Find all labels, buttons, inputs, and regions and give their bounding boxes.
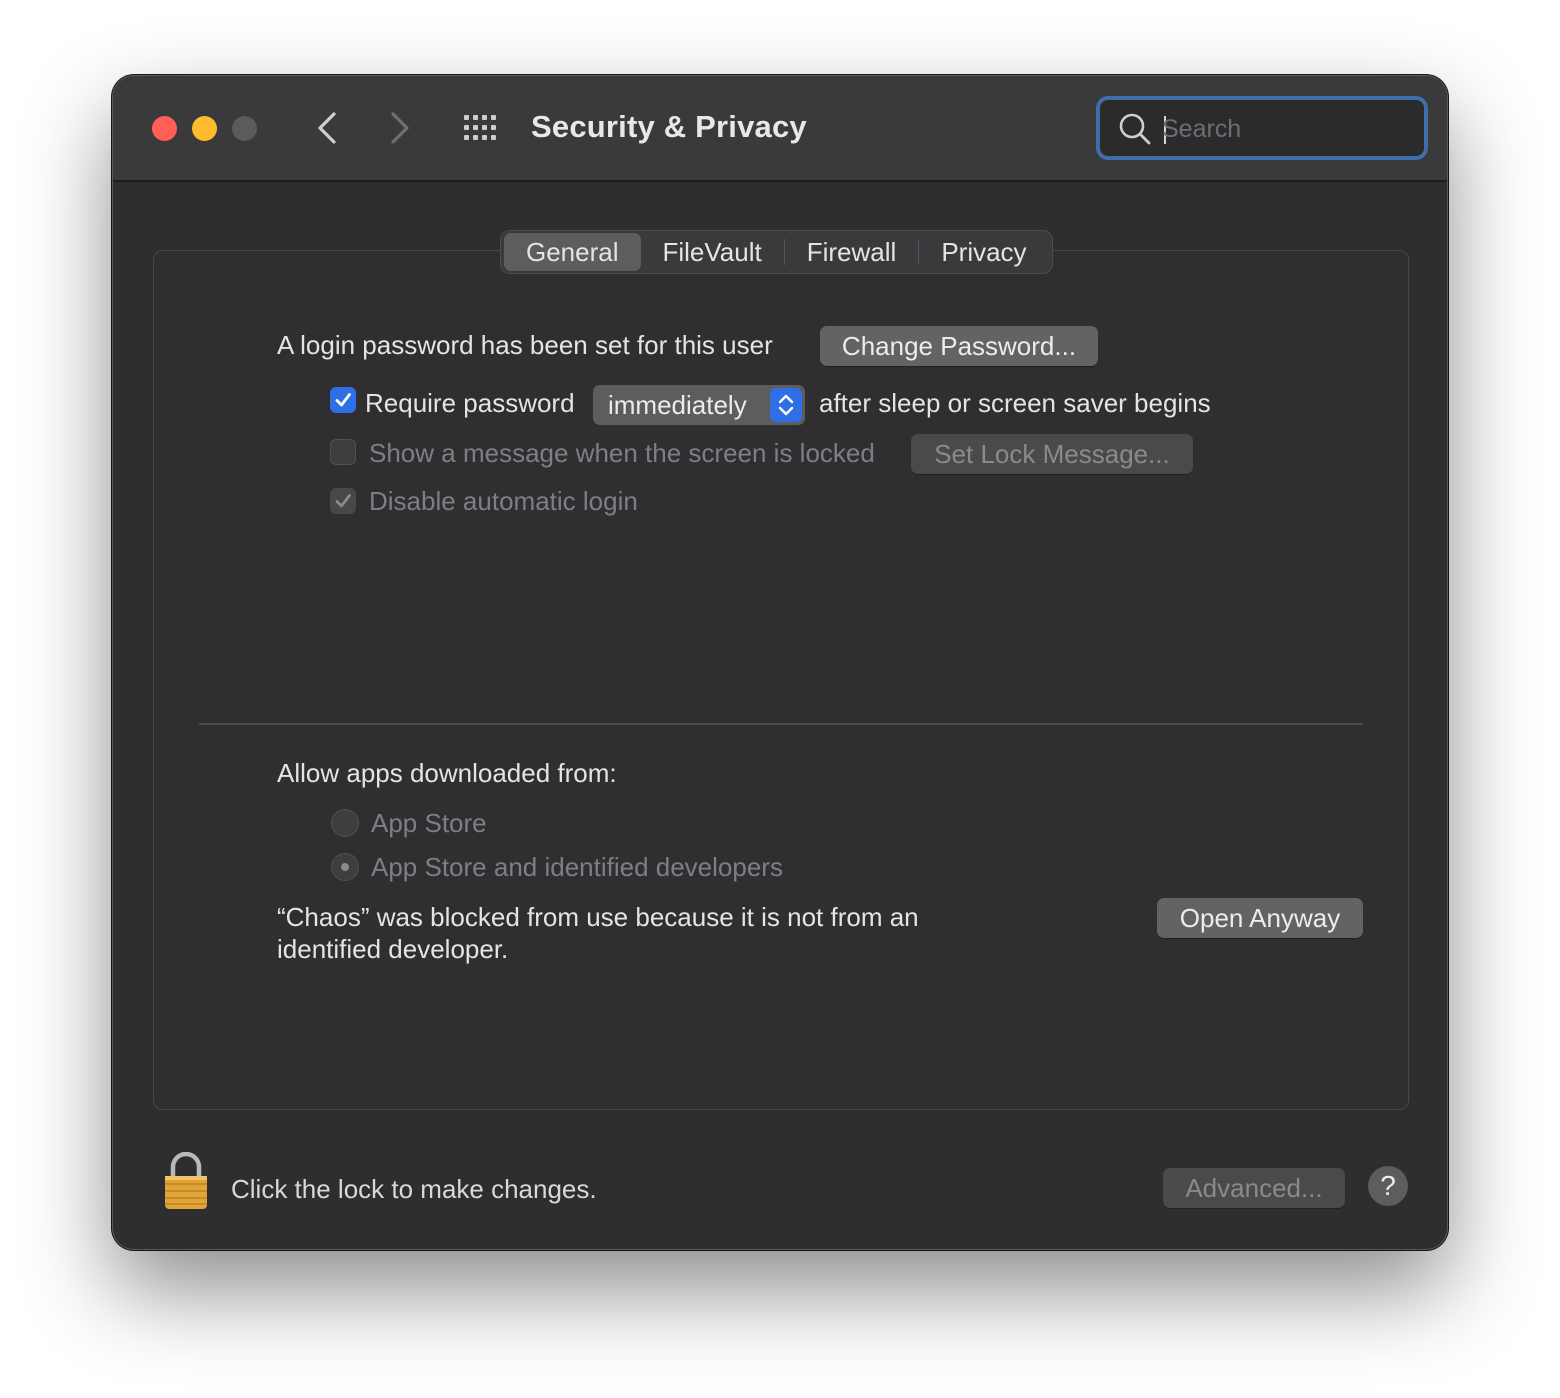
grid-icon — [464, 115, 496, 140]
lock-button[interactable] — [163, 1151, 209, 1210]
login-password-label: A login password has been set for this u… — [277, 330, 773, 360]
radio-app-store-identified-label: App Store and identified developers — [371, 852, 783, 882]
radio-app-store-identified[interactable] — [331, 853, 359, 881]
radio-app-store-label: App Store — [371, 808, 487, 838]
forward-button[interactable] — [385, 110, 415, 146]
window-title: Security & Privacy — [531, 109, 807, 144]
help-button[interactable]: ? — [1368, 1166, 1408, 1206]
back-button[interactable] — [312, 110, 342, 146]
section-divider — [199, 723, 1363, 725]
show-message-checkbox[interactable] — [330, 439, 356, 465]
require-password-checkbox[interactable] — [330, 387, 356, 413]
popup-stepper — [770, 388, 802, 422]
set-lock-message-button[interactable]: Set Lock Message... — [911, 434, 1193, 474]
up-down-chevron-icon — [778, 394, 794, 416]
search-input[interactable] — [1162, 110, 1402, 148]
tab-filevault[interactable]: FileVault — [641, 233, 784, 271]
search-field[interactable] — [1096, 96, 1428, 160]
radio-app-store[interactable] — [331, 809, 359, 837]
checkmark-icon — [335, 494, 351, 508]
popup-selected-value: immediately — [608, 390, 747, 420]
tab-bar: General FileVault Firewall Privacy — [500, 230, 1053, 274]
lock-hint-text: Click the lock to make changes. — [231, 1174, 597, 1204]
open-anyway-button[interactable]: Open Anyway — [1157, 898, 1363, 938]
show-message-label: Show a message when the screen is locked — [369, 438, 875, 468]
title-bar: Security & Privacy — [113, 76, 1447, 182]
show-all-grid-button[interactable] — [463, 114, 503, 142]
security-privacy-window: Security & Privacy General FileVault Fir… — [112, 75, 1448, 1250]
blocked-app-message: “Chaos” was blocked from use because it … — [277, 902, 919, 932]
advanced-button[interactable]: Advanced... — [1163, 1168, 1345, 1208]
disable-auto-login-label: Disable automatic login — [369, 486, 638, 516]
disable-auto-login-checkbox[interactable] — [330, 488, 356, 514]
tab-general[interactable]: General — [504, 233, 641, 271]
zoom-button[interactable] — [232, 116, 257, 141]
change-password-button[interactable]: Change Password... — [820, 326, 1098, 366]
require-password-popup[interactable]: immediately — [593, 385, 805, 425]
require-password-label: Require password — [365, 388, 575, 418]
blocked-app-message-cont: identified developer. — [277, 934, 509, 964]
chevron-right-icon — [391, 112, 409, 144]
close-button[interactable] — [152, 116, 177, 141]
tab-content-panel — [153, 250, 1409, 1110]
require-password-suffix: after sleep or screen saver begins — [819, 388, 1211, 418]
minimize-button[interactable] — [192, 116, 217, 141]
checkmark-icon — [335, 393, 351, 407]
chevron-left-icon — [318, 112, 336, 144]
tab-privacy[interactable]: Privacy — [919, 233, 1048, 271]
allow-apps-heading: Allow apps downloaded from: — [277, 758, 617, 788]
search-icon — [1119, 113, 1151, 145]
padlock-icon — [165, 1151, 207, 1209]
tab-firewall[interactable]: Firewall — [785, 233, 919, 271]
